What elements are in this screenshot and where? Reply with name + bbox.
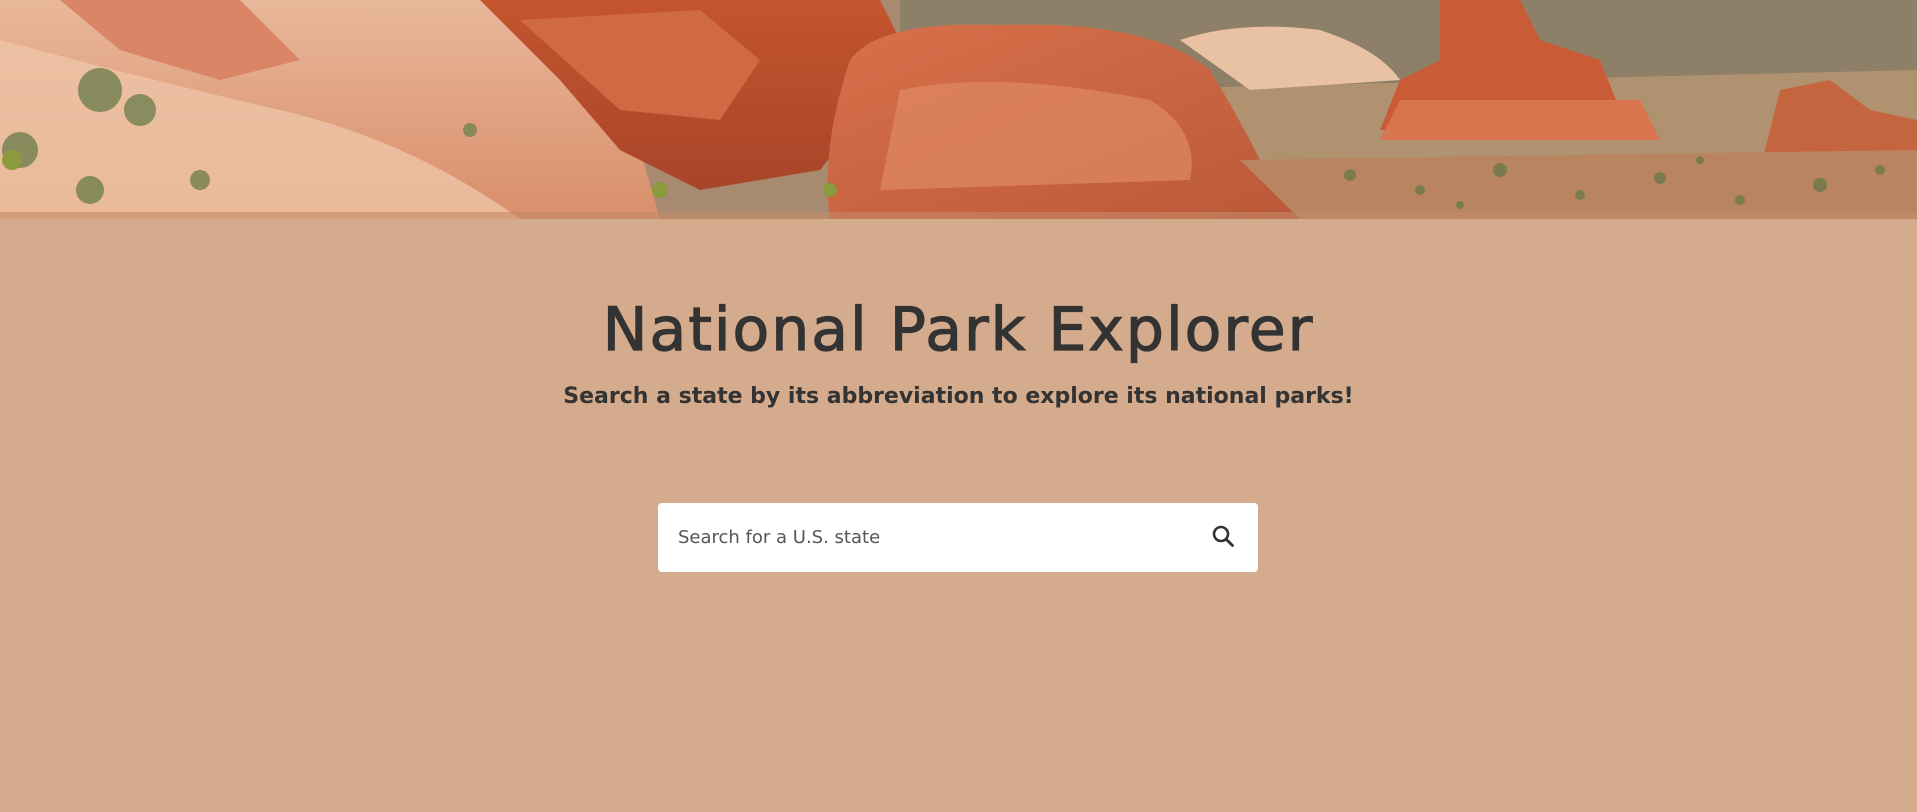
hero-banner-image [0, 0, 1917, 219]
search-button[interactable] [1188, 503, 1258, 572]
search-bar [658, 503, 1258, 572]
main-content: National Park Explorer Search a state by… [0, 219, 1917, 812]
page-title: National Park Explorer [602, 294, 1315, 365]
desert-landscape-illustration [0, 0, 1917, 219]
page-subtitle: Search a state by its abbreviation to ex… [563, 384, 1354, 409]
search-icon [1211, 524, 1235, 551]
search-input[interactable] [658, 503, 1188, 572]
